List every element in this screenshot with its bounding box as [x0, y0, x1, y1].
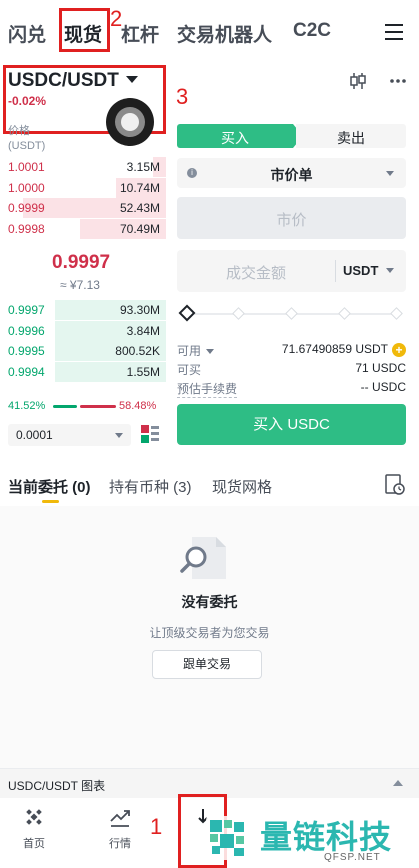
- bid-row[interactable]: 0.9997 93.30M: [0, 300, 166, 320]
- ask-row[interactable]: 0.9999 52.43M: [0, 198, 166, 219]
- available-label: 可用: [177, 344, 202, 358]
- buy-ratio-bar: [53, 405, 77, 408]
- chart-bar-label: USDC/USDT 图表: [8, 779, 106, 793]
- tab-c2c[interactable]: C2C: [293, 20, 331, 42]
- buy-ratio: 41.52%: [8, 400, 46, 412]
- bid-price: 0.9996: [8, 323, 45, 338]
- watermark-url: QFSP.NET: [324, 852, 381, 863]
- bid-row[interactable]: 0.9996 3.84M: [0, 320, 166, 341]
- copy-trading-button[interactable]: 跟单交易: [152, 650, 262, 679]
- ask-amount: 3.15M: [126, 160, 160, 174]
- annotation-number-1: 1: [150, 814, 163, 839]
- empty-document-icon: [180, 537, 226, 579]
- tab-holdings[interactable]: 持有币种 (3): [109, 476, 192, 497]
- bid-row[interactable]: 0.9995 800.52K: [0, 341, 166, 362]
- nav-markets[interactable]: 行情: [90, 806, 150, 851]
- buy-tab-label[interactable]: 买入: [177, 128, 293, 148]
- amount-placeholder: 成交金额: [225, 265, 286, 282]
- orderbook-price-label: 价格: [8, 125, 30, 137]
- empty-subtitle: 让顶级交易者为您交易: [149, 626, 270, 640]
- buy-usdc-button[interactable]: 买入 USDC: [177, 404, 406, 445]
- order-type-select[interactable]: i 市价单: [177, 158, 406, 188]
- nav-home-label: 首页: [23, 838, 45, 850]
- chevron-down-icon: [386, 171, 394, 176]
- orderbook-price-unit: (USDT): [8, 140, 46, 152]
- bid-row[interactable]: 0.9994 1.55M: [0, 362, 166, 383]
- ask-row[interactable]: 1.0000 10.74M: [0, 177, 166, 198]
- order-history-icon[interactable]: [385, 474, 405, 496]
- chevron-down-icon: [386, 268, 394, 273]
- bid-price: 0.9995: [8, 344, 45, 359]
- ask-price: 0.9999: [8, 201, 45, 216]
- bid-amount: 800.52K: [115, 344, 160, 359]
- amount-unit-select[interactable]: USDT: [343, 263, 378, 278]
- fee-value: -- USDC: [360, 380, 406, 394]
- can-buy-label: 可买: [177, 363, 202, 377]
- slider-step-25[interactable]: [232, 307, 245, 320]
- annotation-box-2: [59, 8, 110, 52]
- menu-icon[interactable]: [385, 24, 403, 40]
- add-funds-icon[interactable]: +: [392, 342, 406, 357]
- precision-value: 0.0001: [16, 428, 53, 442]
- amount-input[interactable]: 成交金额 USDT: [177, 250, 406, 292]
- sell-tab-label[interactable]: 卖出: [296, 128, 406, 148]
- tab-open-orders[interactable]: 当前委托 (0): [8, 476, 91, 497]
- home-icon: [26, 809, 42, 825]
- bid-price: 0.9994: [8, 365, 45, 380]
- sell-ratio-bar: [80, 405, 116, 408]
- precision-select[interactable]: 0.0001: [8, 424, 131, 446]
- bid-amount: 3.84M: [126, 323, 160, 338]
- watermark-logo-icon: [206, 816, 250, 860]
- empty-title: 没有委托: [181, 594, 238, 610]
- ask-price: 0.9998: [8, 222, 45, 237]
- chevron-up-icon[interactable]: [393, 780, 403, 786]
- bid-amount: 93.30M: [119, 303, 160, 317]
- ask-price: 1.0001: [8, 160, 45, 174]
- slider-step-100[interactable]: [390, 307, 403, 320]
- nav-markets-label: 行情: [109, 838, 131, 850]
- watermark: 量链科技 QFSP.NET: [196, 808, 419, 868]
- sell-ratio: 58.48%: [119, 400, 157, 412]
- annotation-number-3: 3: [176, 84, 189, 109]
- active-tab-indicator: [42, 500, 59, 503]
- last-price: 0.9997: [52, 252, 111, 273]
- nav-home[interactable]: 首页: [4, 806, 64, 851]
- fee-label[interactable]: 预估手续费: [177, 380, 238, 398]
- orderbook-layout-icon[interactable]: [141, 425, 159, 443]
- tab-trading-bots[interactable]: 交易机器人: [177, 20, 272, 47]
- tab-spot-grid[interactable]: 现货网格: [212, 476, 272, 497]
- slider-step-50[interactable]: [285, 307, 298, 320]
- divider: [335, 260, 336, 282]
- ask-amount: 70.49M: [119, 222, 160, 237]
- ask-amount: 52.43M: [119, 201, 160, 216]
- markets-chart-icon: [110, 810, 130, 827]
- more-options-icon[interactable]: [389, 72, 407, 90]
- order-type-label: 市价单: [270, 167, 313, 183]
- chevron-down-icon: [115, 433, 123, 438]
- tab-margin[interactable]: 杠杆: [121, 20, 159, 47]
- price-field-label: 市价: [276, 212, 307, 229]
- bid-price: 0.9997: [8, 303, 45, 317]
- touch-indicator-icon: [106, 98, 154, 146]
- chevron-down-icon[interactable]: [206, 349, 215, 355]
- candlestick-chart-icon[interactable]: [349, 72, 367, 90]
- ask-price: 1.0000: [8, 180, 45, 195]
- slider-step-75[interactable]: [338, 307, 351, 320]
- slider-handle[interactable]: [178, 304, 196, 322]
- ask-amount: 10.74M: [119, 180, 160, 195]
- can-buy-value: 71 USDC: [355, 361, 406, 375]
- tab-convert[interactable]: 闪兑: [8, 20, 46, 47]
- orders-tabs: 当前委托 (0) 持有币种 (3) 现货网格: [0, 466, 419, 506]
- ask-row[interactable]: 0.9998 70.49M: [0, 219, 166, 240]
- price-field: 市价: [177, 197, 406, 239]
- available-value: 71.67490859 USDT: [281, 342, 388, 356]
- last-price-cny: ≈ ¥7.13: [60, 278, 100, 292]
- ask-row[interactable]: 1.0001 3.15M: [0, 157, 166, 177]
- annotation-number-2: 2: [110, 6, 123, 31]
- bid-amount: 1.55M: [126, 365, 160, 380]
